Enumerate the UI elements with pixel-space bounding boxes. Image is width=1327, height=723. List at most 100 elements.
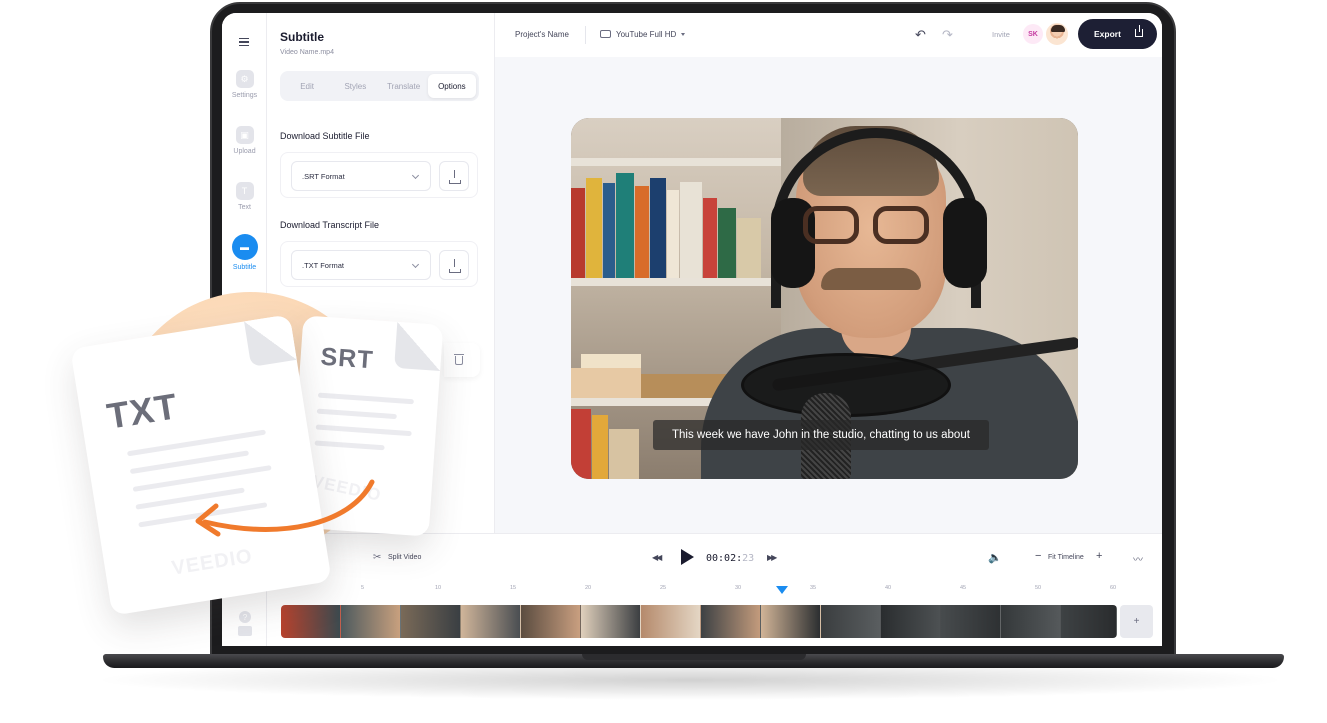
transcript-format-value: .TXT Format [302,260,344,270]
clip-frame [761,605,821,638]
timeline-tick: 30 [735,585,742,591]
tab-styles[interactable]: Styles [331,74,379,98]
rewind-icon[interactable]: ◀◀ [652,553,662,562]
zoom-in-button[interactable]: + [1096,550,1102,562]
time-main: 00:02: [706,553,743,564]
rail-item-upload[interactable]: ▣ Upload [222,126,267,155]
text-icon: T [235,182,254,200]
book [680,182,702,278]
video-preview[interactable]: This week we have John in the studio, ch… [571,118,1078,479]
subtitle-format-select[interactable]: .SRT Format [291,161,431,191]
play-icon[interactable] [681,549,694,565]
keyboard-icon[interactable] [238,626,252,636]
forward-icon[interactable]: ▶▶ [767,553,777,562]
rail-label-text: Text [238,204,251,211]
txt-label: TXT [104,385,181,437]
caret-down-icon [681,33,685,36]
trash-icon[interactable] [454,354,464,365]
book [616,173,634,278]
page-fold [244,314,297,367]
download-transcript-button[interactable] [439,250,469,280]
book-row [571,166,781,278]
download-subtitle-button[interactable] [439,161,469,191]
player-controls: ✂ Split Video ◀◀ 00:02:23 ▶▶ 🔈 − Fit Tim… [267,533,1162,583]
clip-frame [641,605,701,638]
page-fold [394,321,444,372]
timeline-tick: 25 [660,585,667,591]
tab-translate[interactable]: Translate [380,74,428,98]
current-time: 00:02:23 [706,553,754,564]
undo-icon[interactable]: ↶ [915,27,926,43]
rail-label-settings: Settings [231,92,258,99]
subtitle-download-heading: Download Subtitle File [280,131,370,141]
clip-frame [1001,605,1061,638]
mustache [821,268,921,290]
txt-file-illustration: TXT VEEDIO [70,314,332,616]
resolution-select[interactable]: YouTube Full HD [616,30,676,39]
text-line [314,440,385,451]
clip-frame [521,605,581,638]
screen-size-icon [600,30,611,38]
glasses [873,206,929,244]
book [667,190,679,278]
subtitle-format-value: .SRT Format [302,171,345,181]
hamburger-menu-icon[interactable] [239,38,249,46]
book [571,368,641,398]
zoom-out-button[interactable]: − [1035,550,1041,562]
time-frame: 23 [742,553,755,564]
tab-options[interactable]: Options [427,74,476,98]
book [581,354,641,368]
export-label: Export [1094,29,1121,39]
book [592,415,608,479]
panel-title: Subtitle [280,30,324,44]
invite-button[interactable]: Invite [992,30,1010,39]
video-file-name: Video Name.mp4 [280,49,334,56]
user-avatar[interactable] [1045,22,1069,46]
conversion-arrow-icon [195,479,375,537]
settings-icon: ⚙ [235,70,254,88]
clip-frame [821,605,881,638]
help-icon[interactable]: ? [239,611,251,623]
transcript-download-row: .TXT Format [280,241,478,287]
subtitle-caption[interactable]: This week we have John in the studio, ch… [653,420,989,450]
redo-icon[interactable]: ↷ [942,27,953,43]
timeline-tick: 60 [1110,585,1117,591]
rail-item-subtitle[interactable]: ▬ Subtitle [222,234,267,271]
volume-icon[interactable]: 🔈 [988,551,1002,564]
book [586,178,602,278]
clip-frame [461,605,521,638]
add-clip-button[interactable]: + [1120,605,1153,638]
transcript-format-select[interactable]: .TXT Format [291,250,431,280]
divider [585,26,586,44]
top-bar: Project's Name YouTube Full HD ↶ ↷ Invit… [495,13,1162,57]
project-name[interactable]: Project's Name [515,30,569,39]
book [703,198,717,278]
playhead[interactable] [776,586,788,594]
waveform-icon[interactable]: 〰 [1133,551,1143,566]
rail-label-upload: Upload [233,148,256,155]
shelf [571,158,781,166]
subtitle-download-row: .SRT Format [280,152,478,198]
text-line [317,392,414,405]
rail-item-text[interactable]: T Text [222,182,267,211]
transcript-download-heading: Download Transcript File [280,220,380,230]
upload-icon [1135,25,1143,37]
text-line [316,408,397,420]
preview-canvas: This week we have John in the studio, ch… [495,57,1162,533]
shelf [571,278,781,286]
fit-timeline-button[interactable]: Fit Timeline [1048,554,1084,561]
split-video-button[interactable]: Split Video [388,554,421,561]
timeline-tick: 45 [960,585,967,591]
export-button[interactable]: Export [1078,19,1157,49]
chevron-down-icon [411,171,420,180]
rail-item-settings[interactable]: ⚙ Settings [222,70,267,99]
user-initials-avatar[interactable]: SK [1023,24,1043,44]
book [718,208,736,278]
video-clip-strip[interactable] [281,605,1117,638]
timeline-tick: 40 [885,585,892,591]
clip-frame [281,605,341,638]
timeline-tick: 10 [435,585,442,591]
tab-edit[interactable]: Edit [283,74,331,98]
book [737,218,761,278]
book [650,178,666,278]
